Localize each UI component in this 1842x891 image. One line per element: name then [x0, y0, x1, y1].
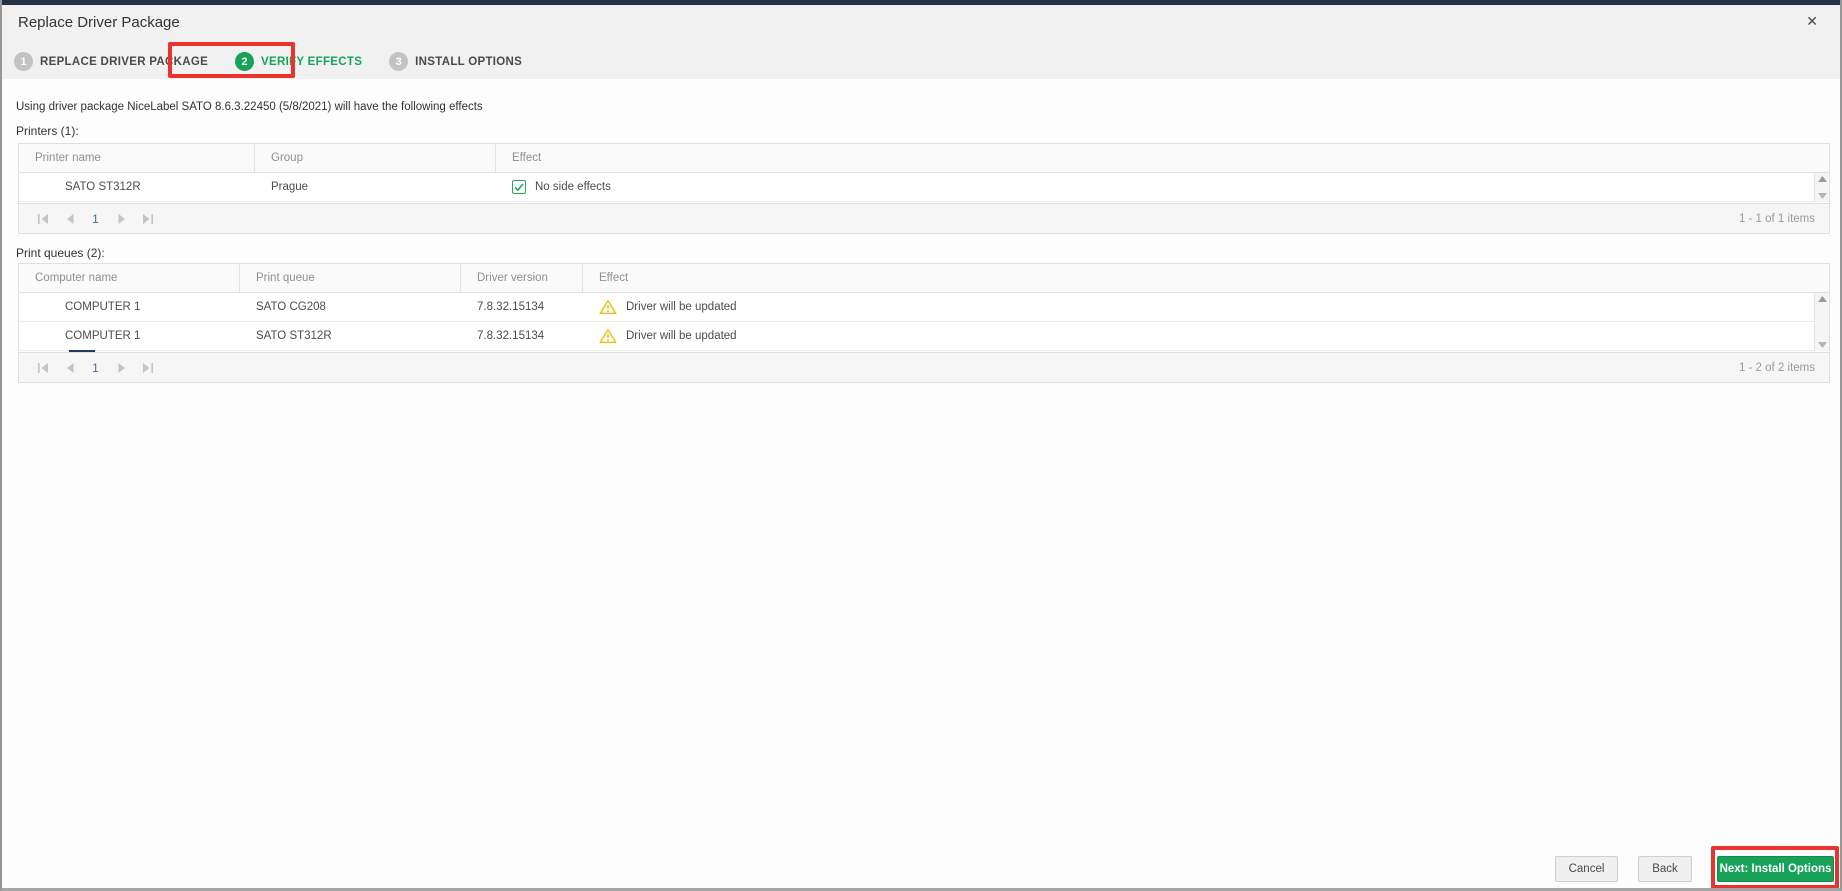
driver-version-cell: 7.8.32.15134: [477, 330, 545, 342]
column-header-driver-version[interactable]: Driver version: [461, 264, 583, 292]
driver-version-cell: 7.8.32.15134: [477, 301, 545, 313]
print-queues-section-label: Print queues (2):: [16, 246, 105, 260]
print-queues-table-body: COMPUTER 1 SATO CG208 7.8.32.15134 Drive…: [19, 293, 1829, 351]
print-queues-pager-nav: 1: [19, 361, 154, 375]
printers-table-header: Printer name Group Effect: [19, 144, 1829, 173]
intro-text: Using driver package NiceLabel SATO 8.6.…: [16, 101, 483, 113]
pager-items-summary: 1 - 1 of 1 items: [1738, 212, 1815, 225]
print-queue-cell: SATO ST312R: [256, 330, 332, 342]
table-row[interactable]: COMPUTER 1 SATO ST312R 7.8.32.15134 Driv…: [19, 322, 1829, 351]
effect-text: Driver will be updated: [626, 330, 737, 342]
step-1-label: REPLACE DRIVER PACKAGE: [40, 55, 209, 68]
print-queues-table: Computer name Print queue Driver version…: [18, 263, 1830, 351]
scroll-down-icon: [1817, 193, 1827, 199]
next-page-icon[interactable]: [115, 212, 128, 225]
column-header-effect[interactable]: Effect: [583, 264, 1829, 292]
dialog-title: Replace Driver Package: [18, 14, 180, 31]
effect-cell: Driver will be updated: [583, 322, 1829, 350]
cancel-button[interactable]: Cancel: [1555, 856, 1618, 882]
scroll-up-icon: [1817, 296, 1827, 302]
close-icon[interactable]: ✕: [1806, 14, 1818, 28]
step-verify-effects[interactable]: 2 VERIFY EFFECTS: [235, 52, 362, 71]
computer-name-cell: COMPUTER 1: [65, 301, 141, 313]
printers-pager: 1 1 - 1 of 1 items: [18, 203, 1830, 234]
step-3-label: INSTALL OPTIONS: [415, 55, 523, 68]
column-header-printer-name[interactable]: Printer name: [19, 144, 255, 172]
table-row[interactable]: COMPUTER 1 SATO CG208 7.8.32.15134 Drive…: [19, 293, 1829, 322]
column-header-print-queue[interactable]: Print queue: [240, 264, 461, 292]
warning-triangle-icon: [599, 329, 617, 344]
printers-section-label: Printers (1):: [16, 124, 79, 138]
next-install-options-button[interactable]: Next: Install Options: [1717, 856, 1834, 882]
first-page-icon[interactable]: [37, 361, 50, 374]
printers-table-body: SATO ST312R Prague No side effects: [19, 173, 1829, 202]
effect-cell: No side effects: [496, 173, 1829, 201]
step-3-circle: 3: [389, 52, 409, 71]
print-queues-table-header: Computer name Print queue Driver version…: [19, 264, 1829, 293]
current-page-number[interactable]: 1: [89, 212, 102, 226]
current-page-number[interactable]: 1: [89, 361, 102, 375]
pager-items-summary: 1 - 2 of 2 items: [1738, 361, 1815, 374]
next-page-icon[interactable]: [115, 361, 128, 374]
effect-text: No side effects: [535, 181, 611, 193]
print-queue-cell: SATO CG208: [256, 301, 326, 313]
warning-triangle-icon: [599, 300, 617, 315]
column-header-effect[interactable]: Effect: [496, 144, 1829, 172]
wizard-steps: 1 REPLACE DRIVER PACKAGE 2 VERIFY EFFECT…: [14, 52, 549, 71]
printers-table: Printer name Group Effect SATO ST312R Pr…: [18, 143, 1830, 202]
green-checkbox-icon: [512, 180, 526, 194]
computer-name-cell: COMPUTER 1: [65, 330, 141, 342]
column-header-computer-name[interactable]: Computer name: [19, 264, 240, 292]
scroll-down-icon: [1817, 342, 1827, 348]
dialog-header: Replace Driver Package ✕ 1 REPLACE DRIVE…: [2, 5, 1840, 79]
vertical-scrollbar[interactable]: [1814, 173, 1829, 202]
step-1-circle: 1: [14, 52, 33, 71]
last-page-icon[interactable]: [141, 361, 154, 374]
previous-page-icon[interactable]: [63, 361, 76, 374]
previous-page-icon[interactable]: [63, 212, 76, 225]
printers-pager-nav: 1: [19, 212, 154, 226]
step-2-circle: 2: [235, 52, 255, 71]
table-row[interactable]: SATO ST312R Prague No side effects: [19, 173, 1829, 202]
step-replace-driver-package[interactable]: 1 REPLACE DRIVER PACKAGE: [14, 52, 208, 71]
print-queues-pager: 1 1 - 2 of 2 items: [18, 352, 1830, 383]
last-page-icon[interactable]: [141, 212, 154, 225]
effect-text: Driver will be updated: [626, 301, 737, 313]
replace-driver-package-dialog: Replace Driver Package ✕ 1 REPLACE DRIVE…: [0, 0, 1842, 891]
vertical-scrollbar[interactable]: [1814, 293, 1829, 351]
group-cell: Prague: [271, 181, 309, 193]
back-button[interactable]: Back: [1638, 856, 1692, 882]
effect-cell: Driver will be updated: [583, 293, 1829, 321]
first-page-icon[interactable]: [37, 212, 50, 225]
printer-name-cell: SATO ST312R: [65, 181, 141, 193]
scroll-up-icon: [1817, 176, 1827, 182]
column-header-group[interactable]: Group: [255, 144, 496, 172]
step-install-options[interactable]: 3 INSTALL OPTIONS: [389, 52, 522, 71]
step-2-label: VERIFY EFFECTS: [261, 55, 363, 68]
